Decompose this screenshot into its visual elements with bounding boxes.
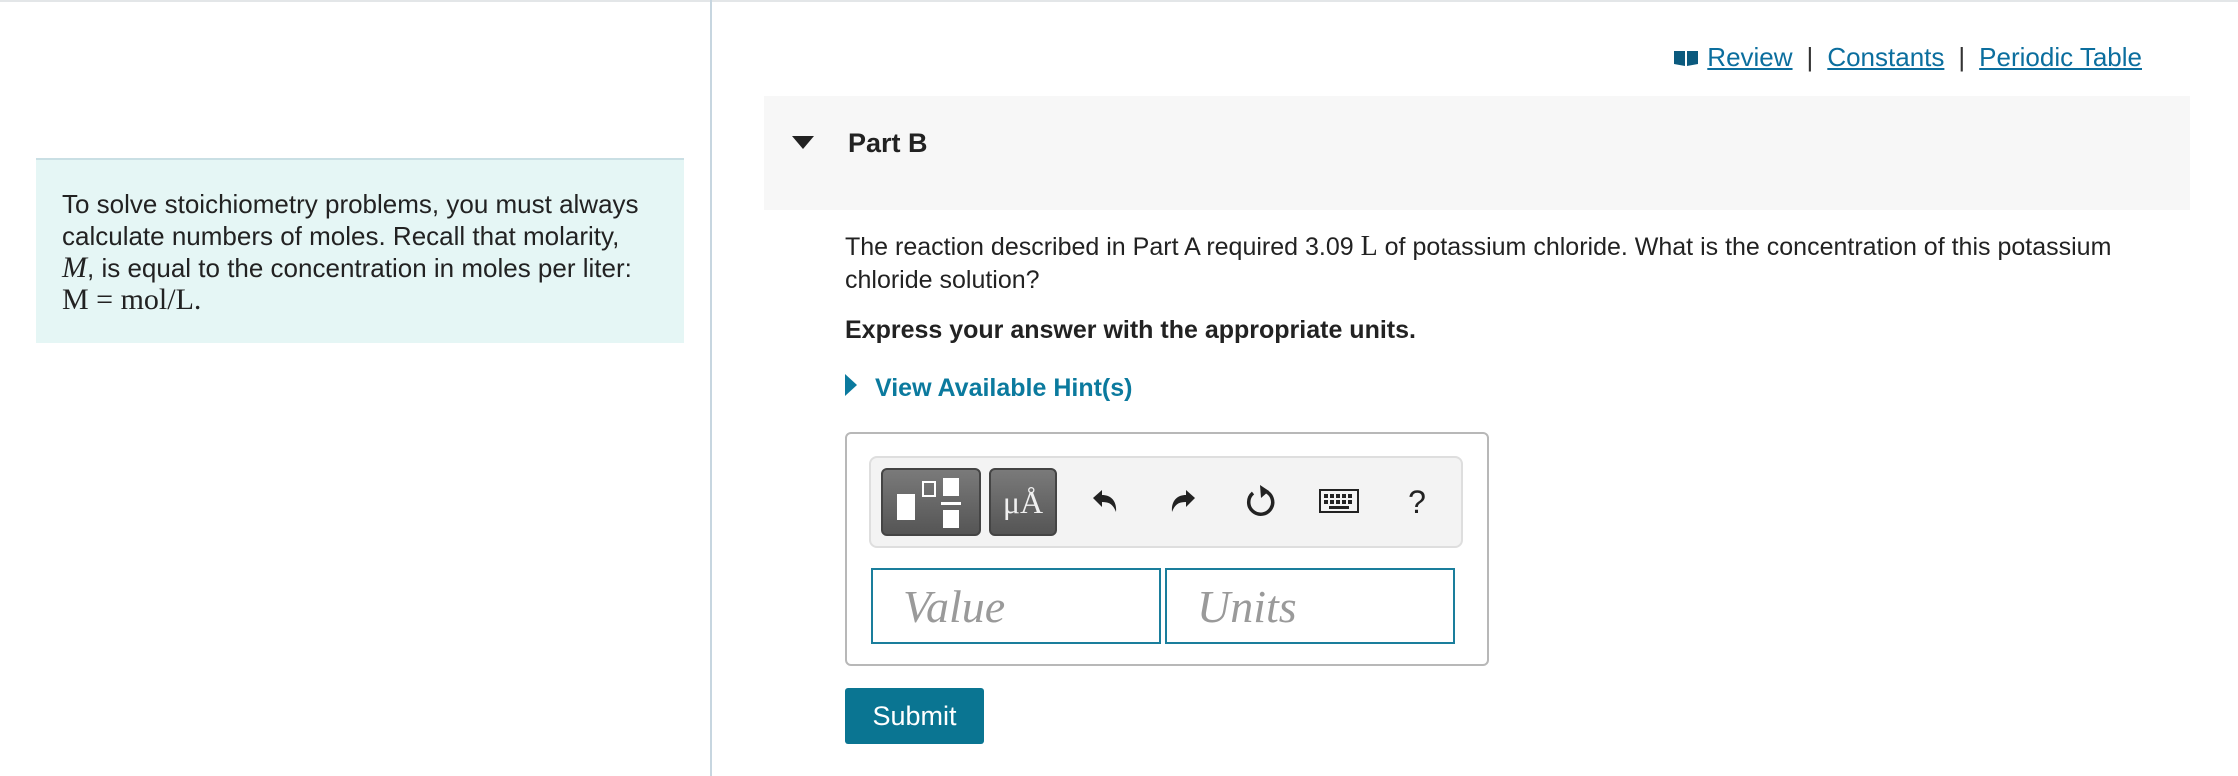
units-icon: μÅ (1002, 483, 1044, 520)
part-header[interactable]: Part B (764, 96, 2190, 210)
templates-icon (897, 478, 961, 528)
units-button[interactable]: μÅ (989, 468, 1057, 536)
hint-label: View Available Hint(s) (875, 374, 1133, 402)
undo-button[interactable] (1075, 468, 1135, 536)
link-separator: | (1806, 42, 1814, 72)
review-link[interactable]: Review (1707, 42, 1792, 73)
question-text: The reaction described in Part A require… (845, 231, 2112, 294)
help-icon: ? (1408, 483, 1426, 520)
link-separator: | (1958, 42, 1966, 72)
volume-unit: L (1360, 231, 1378, 262)
redo-icon (1171, 490, 1195, 512)
part-title: Part B (848, 128, 928, 158)
resource-links: Review | Constants | Periodic Table (1673, 42, 2142, 73)
book-icon (1673, 49, 1699, 67)
answer-instruction: Express your answer with the appropriate… (845, 316, 1416, 344)
keyboard-button[interactable] (1309, 468, 1369, 536)
periodic-table-link[interactable]: Periodic Table (1979, 42, 2142, 73)
templates-button[interactable] (881, 468, 981, 536)
panel-divider (710, 0, 712, 776)
help-button[interactable]: ? (1387, 468, 1447, 536)
caret-down-icon[interactable] (792, 136, 814, 155)
value-field[interactable] (871, 568, 1161, 644)
info-text-line2: , is equal to the concentration in moles… (87, 253, 632, 283)
reset-icon (1246, 485, 1275, 516)
answer-box: μÅ ? (845, 432, 1489, 666)
constants-link[interactable]: Constants (1827, 42, 1944, 73)
info-panel: To solve stoichiometry problems, you mus… (36, 158, 684, 343)
info-text-line1: To solve stoichiometry problems, you mus… (62, 189, 639, 251)
view-hints-toggle[interactable]: View Available Hint(s) (845, 374, 1132, 403)
value-input[interactable] (873, 570, 1159, 642)
submit-button[interactable]: Submit (845, 688, 984, 744)
reset-button[interactable] (1231, 468, 1291, 536)
caret-right-icon (845, 374, 857, 403)
math-toolbar: μÅ ? (869, 456, 1463, 548)
molarity-symbol: M (62, 251, 87, 284)
redo-button[interactable] (1153, 468, 1213, 536)
top-border (0, 0, 2238, 2)
keyboard-icon (1319, 489, 1359, 513)
undo-icon (1093, 490, 1117, 512)
molarity-equation: M = mol/L. (62, 283, 202, 316)
units-input[interactable] (1167, 570, 1453, 642)
units-field[interactable] (1165, 568, 1455, 644)
